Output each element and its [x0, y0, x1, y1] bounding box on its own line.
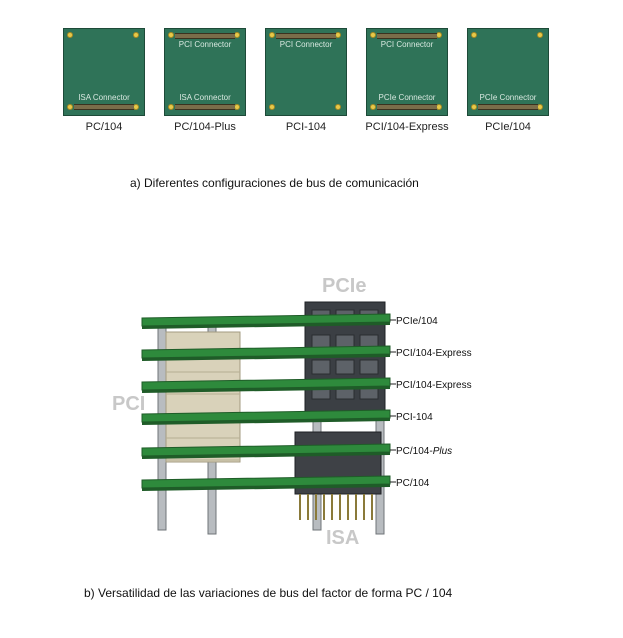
layer-label-name: PCI/104-Express: [396, 380, 472, 391]
caption-b: b) Versatilidad de las variaciones de bu…: [84, 586, 453, 600]
mounting-hole-icon: [335, 104, 341, 110]
pcie-big-label: PCIe: [322, 275, 366, 297]
layer-label-name: PCI/104-Express: [396, 348, 472, 359]
board-name: PCI-104: [285, 121, 327, 133]
mounting-hole-icon: [269, 104, 275, 110]
connector-strip: [175, 33, 235, 39]
connector-label: PCI Connector: [279, 40, 333, 49]
mounting-hole-icon: [370, 104, 376, 110]
connector-strip: [74, 104, 134, 110]
caption-a: a) Diferentes configuraciones de bus de …: [130, 176, 419, 190]
pci-big-label: PCI: [112, 393, 145, 415]
connector-label: PCIe Connector: [479, 93, 537, 102]
connector-label: PCI Connector: [380, 40, 434, 49]
mounting-hole-icon: [133, 32, 139, 38]
mounting-hole-icon: [269, 32, 275, 38]
mounting-hole-icon: [168, 32, 174, 38]
connector-strip: [377, 104, 437, 110]
layer-label: PCIe/104: [396, 316, 438, 327]
layer-label-suffix: Plus: [433, 446, 452, 457]
connector-label: PCIe Connector: [378, 93, 436, 102]
isa-big-label: ISA: [326, 527, 359, 549]
connector-strip: [478, 104, 538, 110]
mounting-hole-icon: [537, 32, 543, 38]
connector-strip: [175, 104, 235, 110]
layer-label-name: PCI-104: [396, 412, 433, 423]
mounting-hole-icon: [168, 104, 174, 110]
connector-label: ISA Connector: [179, 93, 231, 102]
pc104-stack-diagram: PCIe/104 PCI/104-Express PCI/104-Express PC…: [112, 275, 472, 549]
board-1: ISA Connector: [63, 28, 145, 116]
board-3: PCI Connector: [265, 28, 347, 116]
layer-label: PC/104-Plus: [396, 446, 452, 457]
connector-label: PCI Connector: [178, 40, 232, 49]
board-2: PCI Connector ISA Connector: [164, 28, 246, 116]
board-4: PCI Connector PCIe Connector: [366, 28, 448, 116]
connector-label: ISA Connector: [78, 93, 130, 102]
mounting-hole-icon: [471, 104, 477, 110]
layer-label: PC/104: [396, 478, 430, 489]
layer-label: PCI/104-Express: [396, 348, 472, 359]
board-5: PCIe Connector: [467, 28, 549, 116]
mounting-hole-icon: [370, 32, 376, 38]
pcie-connector-cell: [359, 359, 379, 375]
layer-label-name: PC/104: [396, 478, 430, 489]
board-name: PC/104-Plus: [174, 121, 236, 133]
layer-label: PCI-104: [396, 412, 433, 423]
connector-strip: [377, 33, 437, 39]
pcie-connector-cell: [311, 359, 331, 375]
connector-strip: [276, 33, 336, 39]
layer-label-name: PCIe/104: [396, 316, 438, 327]
mounting-hole-icon: [67, 32, 73, 38]
board-name: PCI/104-Express: [365, 121, 449, 133]
mounting-hole-icon: [471, 32, 477, 38]
mounting-hole-icon: [67, 104, 73, 110]
pcie-connector-cell: [335, 359, 355, 375]
board-name: PCIe/104: [485, 121, 531, 133]
layer-label-name: PC/104-: [396, 446, 433, 457]
board-name: PC/104: [85, 121, 123, 133]
layer-label: PCI/104-Express: [396, 380, 472, 391]
